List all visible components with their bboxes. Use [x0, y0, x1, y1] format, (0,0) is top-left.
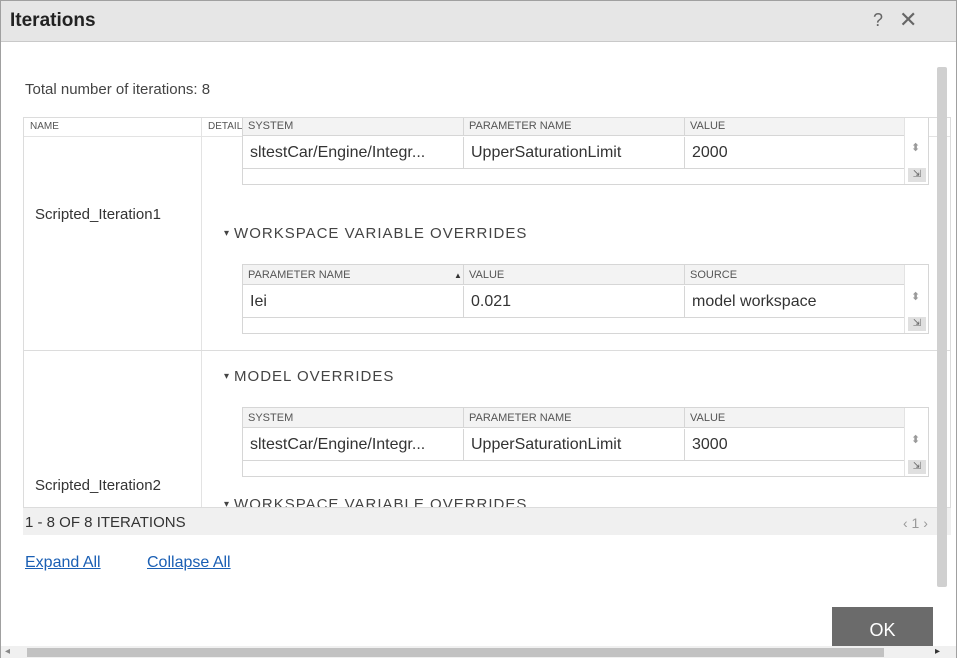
- scroll-updown-icon[interactable]: ⬍: [911, 435, 920, 446]
- caret-down-icon: ▾: [224, 228, 231, 239]
- iteration-divider: [24, 350, 950, 351]
- iteration-name[interactable]: Scripted_Iteration2: [35, 477, 161, 494]
- close-icon[interactable]: ✕: [899, 7, 917, 33]
- header-parameter-name[interactable]: PARAMETER NAME: [243, 265, 464, 285]
- scroll-updown-icon[interactable]: ⬍: [911, 143, 920, 154]
- header-value[interactable]: VALUE: [464, 265, 685, 285]
- grid-footer: 1 - 8 OF 8 ITERATIONS ‹ 1 ›: [23, 507, 951, 535]
- scroll-updown-icon[interactable]: ⬍: [911, 292, 920, 303]
- iterations-count-label: 1 - 8 OF 8 ITERATIONS: [25, 514, 186, 531]
- model-overrides-table[interactable]: SYSTEM PARAMETER NAME VALUE sltestCar/En…: [242, 407, 929, 477]
- cell-source: model workspace: [692, 293, 817, 310]
- iterations-dialog: Iterations ? ✕ Total number of iteration…: [0, 0, 957, 658]
- horizontal-scrollbar[interactable]: ◂ ▸: [1, 646, 956, 658]
- table-scrollbar[interactable]: ⬍ ⇲: [904, 265, 928, 333]
- header-system[interactable]: SYSTEM: [243, 408, 464, 428]
- title-bar[interactable]: Iterations ? ✕: [1, 1, 956, 42]
- model-overrides-table[interactable]: SYSTEM PARAMETER NAME VALUE sltestCar/En…: [242, 118, 929, 185]
- header-value[interactable]: VALUE: [685, 118, 904, 136]
- iteration-name[interactable]: Scripted_Iteration1: [35, 206, 161, 223]
- model-overrides-toggle[interactable]: ▾ MODEL OVERRIDES: [224, 368, 394, 385]
- table-row[interactable]: sltestCar/Engine/Integr... UpperSaturati…: [243, 429, 904, 461]
- total-iterations-label: Total number of iterations: 8: [25, 81, 211, 98]
- table-header: SYSTEM PARAMETER NAME VALUE: [243, 408, 904, 428]
- cell-value: 3000: [692, 436, 728, 453]
- vertical-scrollbar[interactable]: [937, 67, 947, 587]
- pagination-control[interactable]: ‹ 1 ›: [903, 515, 928, 531]
- header-parameter-name[interactable]: PARAMETER NAME: [464, 118, 685, 136]
- header-parameter-name[interactable]: PARAMETER NAME: [464, 408, 685, 428]
- iterations-grid[interactable]: NAME DETAILS Scripted_Iteration1 SYSTEM …: [23, 117, 951, 535]
- column-divider: [201, 118, 202, 534]
- resize-icon[interactable]: ⇲: [908, 460, 926, 474]
- expand-all-link[interactable]: Expand All: [25, 554, 101, 572]
- resize-icon[interactable]: ⇲: [908, 317, 926, 331]
- header-system[interactable]: SYSTEM: [243, 118, 464, 136]
- sort-ascending-icon[interactable]: ▲: [454, 271, 462, 280]
- table-scrollbar[interactable]: ⬍ ⇲: [904, 118, 928, 184]
- workspace-overrides-toggle[interactable]: ▾ WORKSPACE VARIABLE OVERRIDES: [224, 225, 527, 242]
- resize-icon[interactable]: ⇲: [908, 168, 926, 182]
- dialog-title: Iterations: [10, 10, 96, 31]
- cell-system: sltestCar/Engine/Integr...: [243, 429, 464, 461]
- column-header-name[interactable]: NAME: [30, 118, 59, 136]
- cell-parameter-name: UpperSaturationLimit: [464, 429, 685, 461]
- header-value[interactable]: VALUE: [685, 408, 904, 428]
- cell-parameter-name: Iei: [243, 286, 464, 318]
- section-title-label: MODEL OVERRIDES: [234, 368, 395, 385]
- ok-button[interactable]: OK: [832, 607, 933, 647]
- cell-value: 2000: [692, 144, 728, 161]
- help-icon[interactable]: ?: [873, 10, 883, 31]
- table-row[interactable]: Iei 0.021 model workspace: [243, 286, 904, 318]
- cell-value: 0.021: [464, 286, 685, 318]
- table-row[interactable]: sltestCar/Engine/Integr... UpperSaturati…: [243, 137, 904, 169]
- table-scrollbar[interactable]: ⬍ ⇲: [904, 408, 928, 476]
- scroll-right-icon[interactable]: ▸: [935, 646, 940, 657]
- table-header: PARAMETER NAME ▲ VALUE SOURCE: [243, 265, 904, 285]
- scroll-left-icon[interactable]: ◂: [5, 646, 10, 657]
- scrollbar-thumb[interactable]: [27, 648, 884, 657]
- table-header: SYSTEM PARAMETER NAME VALUE: [243, 118, 904, 136]
- cell-parameter-name: UpperSaturationLimit: [464, 137, 685, 169]
- caret-down-icon: ▾: [224, 371, 231, 382]
- header-source[interactable]: SOURCE: [685, 265, 904, 285]
- cell-system: sltestCar/Engine/Integr...: [243, 137, 464, 169]
- collapse-all-link[interactable]: Collapse All: [147, 554, 231, 572]
- workspace-overrides-table[interactable]: PARAMETER NAME ▲ VALUE SOURCE Iei 0.021 …: [242, 264, 929, 334]
- section-title-label: WORKSPACE VARIABLE OVERRIDES: [234, 225, 528, 242]
